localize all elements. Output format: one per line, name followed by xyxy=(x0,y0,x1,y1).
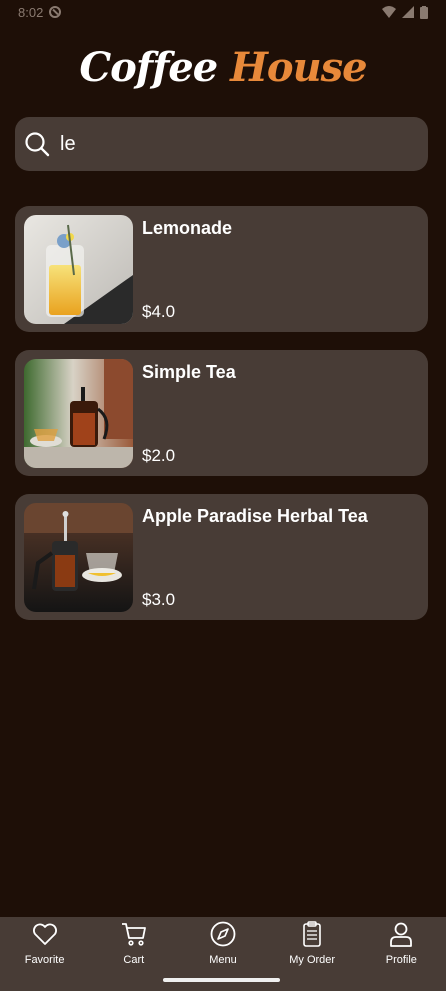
do-not-disturb-icon xyxy=(49,6,62,18)
product-name: Lemonade xyxy=(142,218,233,238)
product-price: $3.0 xyxy=(142,590,176,609)
nav-my-order[interactable]: My Order xyxy=(268,917,357,966)
product-price: $4.0 xyxy=(142,302,176,321)
product-card-apple-paradise-herbal-tea[interactable]: Apple Paradise Herbal Tea $3.0 xyxy=(15,494,428,620)
user-icon xyxy=(390,922,413,947)
signal-icon xyxy=(402,6,414,18)
simple-tea-photo xyxy=(24,359,133,468)
status-time: 8:02 xyxy=(18,4,44,20)
nav-label: Profile xyxy=(385,954,417,966)
nav-label: My Order xyxy=(289,954,336,966)
wifi-icon xyxy=(382,6,396,18)
nav-label: Favorite xyxy=(24,954,65,966)
nav-profile[interactable]: Profile xyxy=(357,917,446,966)
search-icon xyxy=(25,132,50,157)
receipt-icon xyxy=(303,921,321,947)
product-card-lemonade[interactable]: Lemonade $4.0 xyxy=(15,206,428,332)
product-name: Simple Tea xyxy=(142,362,236,382)
nav-menu[interactable]: Menu xyxy=(178,917,267,966)
nav-favorite[interactable]: Favorite xyxy=(0,917,89,966)
product-card-simple-tea[interactable]: Simple Tea $2.0 xyxy=(15,350,428,476)
herbal-tea-photo xyxy=(24,503,133,612)
search-bar[interactable] xyxy=(15,117,428,171)
nav-label: Cart xyxy=(123,954,145,966)
home-indicator[interactable] xyxy=(163,978,280,982)
app-title: Coffee House xyxy=(0,44,446,91)
product-price: $2.0 xyxy=(142,446,176,465)
lemonade-photo xyxy=(24,215,133,324)
app-title-coffee: Coffee xyxy=(79,44,231,91)
app-title-house: House xyxy=(230,44,368,91)
battery-icon xyxy=(420,5,428,19)
product-name: Apple Paradise Herbal Tea xyxy=(142,506,368,526)
status-left: 8:02 xyxy=(18,4,62,20)
search-input[interactable] xyxy=(60,132,390,156)
nav-label: Menu xyxy=(209,954,237,966)
nav-cart[interactable]: Cart xyxy=(89,917,178,966)
status-bar: 8:02 xyxy=(0,0,446,24)
cart-icon xyxy=(121,923,146,946)
compass-icon xyxy=(210,921,236,947)
status-right xyxy=(382,5,428,19)
heart-icon xyxy=(32,923,57,945)
